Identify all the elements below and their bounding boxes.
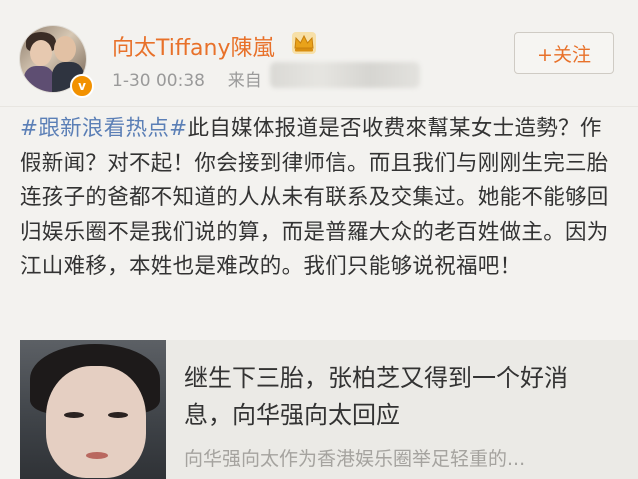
article-card[interactable]: 继生下三胎，张柏芝又得到一个好消息，向华强向太回应 向华强向太作为香港娱乐圈举足… <box>20 340 638 479</box>
crown-icon[interactable] <box>291 31 317 55</box>
hashtag-link[interactable]: #跟新浪看热点# <box>20 116 187 141</box>
avatar-figure <box>24 66 54 92</box>
verified-badge-icon: v <box>70 74 94 98</box>
thumbnail-lips <box>86 452 108 459</box>
thumbnail-face <box>46 366 146 478</box>
article-title[interactable]: 继生下三胎，张柏芝又得到一个好消息，向华强向太回应 <box>184 360 614 434</box>
source-redacted <box>270 62 420 88</box>
thumbnail-eye <box>108 412 128 418</box>
post-header: v 向太Tiffany陳嵐 1-30 00:38 来自 +关注 <box>0 0 638 110</box>
thumbnail-eye <box>64 412 84 418</box>
article-thumbnail[interactable] <box>20 340 166 479</box>
post-time[interactable]: 1-30 00:38 <box>112 71 205 91</box>
article-summary: 向华强向太作为香港娱乐圈举足轻重的... <box>184 448 526 470</box>
post-body: #跟新浪看热点#此自媒体报道是否收费來幫某女士造勢？作假新闻？对不起！你会接到律… <box>20 112 620 285</box>
avatar-face <box>54 36 76 62</box>
post-meta: 1-30 00:38 来自 <box>112 66 262 91</box>
follow-button[interactable]: +关注 <box>514 32 614 74</box>
avatar-face <box>30 40 52 66</box>
header-divider <box>0 106 638 107</box>
post-source-label: 来自 <box>227 71 262 91</box>
author-name[interactable]: 向太Tiffany陳嵐 <box>112 30 274 62</box>
